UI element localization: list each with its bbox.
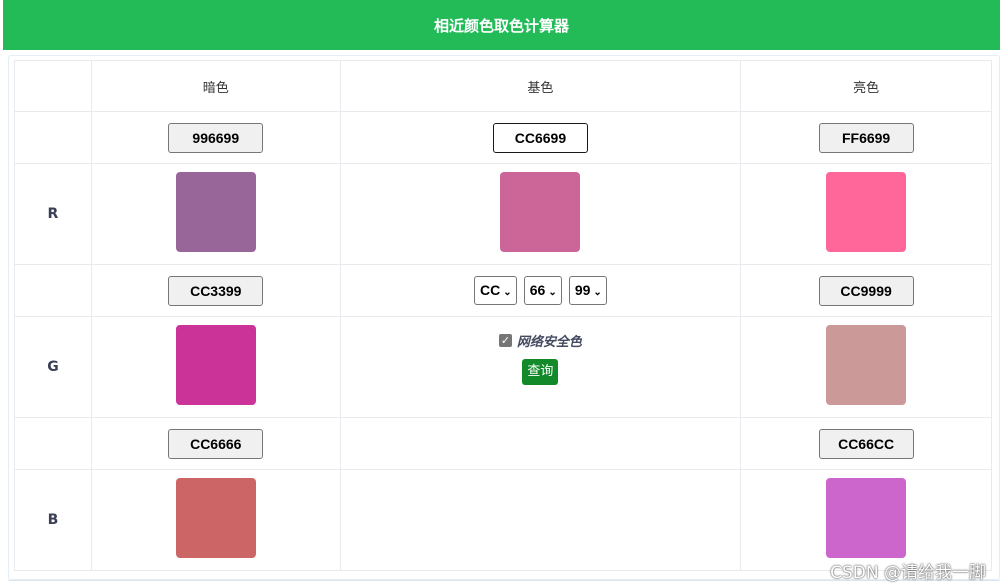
chevron-down-icon: ⌄ [548, 287, 557, 298]
chevron-down-icon: ⌄ [503, 287, 512, 298]
red-select[interactable]: CC ⌄ [474, 276, 517, 305]
base-swatch[interactable] [500, 172, 581, 252]
page-title: 相近颜色取色计算器 [433, 16, 569, 35]
dark-hex-button-b[interactable]: CC6666 [168, 428, 264, 459]
dark-swatch-b[interactable] [175, 478, 256, 558]
query-button[interactable]: 查询 [522, 359, 559, 385]
table-row: CC6666 CC66CC [14, 417, 992, 470]
web-safe-checkbox[interactable]: ✓ [498, 334, 512, 347]
table-row: B [14, 469, 992, 571]
dark-hex-button-r[interactable]: 996699 [168, 122, 264, 153]
chevron-down-icon: ⌄ [593, 287, 602, 298]
header-cell-empty [14, 60, 92, 112]
table-row: G ✓ 网络安全色 查询 [14, 316, 992, 418]
column-header-base: 基色 [339, 60, 742, 112]
watermark: CSDN @请给我一脚 [830, 563, 986, 583]
channel-label-g: G [14, 316, 92, 418]
dark-swatch-r[interactable] [175, 172, 256, 252]
blue-select[interactable]: 99 ⌄ [568, 276, 607, 305]
channel-label-b: B [14, 469, 92, 571]
light-hex-button-b[interactable]: CC66CC [818, 428, 914, 459]
table-row: CC3399 CC ⌄ 66 ⌄ 99 ⌄ CC9999 [14, 264, 992, 317]
column-header-light: 亮色 [740, 60, 992, 112]
green-select[interactable]: 66 ⌄ [523, 276, 562, 305]
light-hex-button-g[interactable]: CC9999 [818, 275, 914, 306]
web-safe-option: ✓ 网络安全色 [341, 331, 741, 350]
header-row: 暗色 基色 亮色 [14, 60, 992, 112]
light-swatch-g[interactable] [826, 325, 907, 405]
app-header: 相近颜色取色计算器 [3, 0, 1000, 50]
base-hex-button[interactable]: CC6699 [492, 122, 588, 153]
dark-swatch-g[interactable] [175, 325, 256, 405]
light-hex-button-r[interactable]: FF6699 [818, 122, 914, 153]
channel-label-r: R [14, 163, 92, 265]
column-header-dark: 暗色 [90, 60, 341, 112]
dark-hex-button-g[interactable]: CC3399 [168, 275, 264, 306]
table-row: 996699 CC6699 FF6699 [14, 111, 992, 164]
light-swatch-b[interactable] [826, 478, 907, 558]
web-safe-label: 网络安全色 [516, 335, 582, 350]
light-swatch-r[interactable] [826, 172, 907, 252]
table-row: R [14, 163, 992, 265]
color-table: 暗色 基色 亮色 996699 CC6699 FF6699 R CC3399 C… [14, 60, 992, 571]
